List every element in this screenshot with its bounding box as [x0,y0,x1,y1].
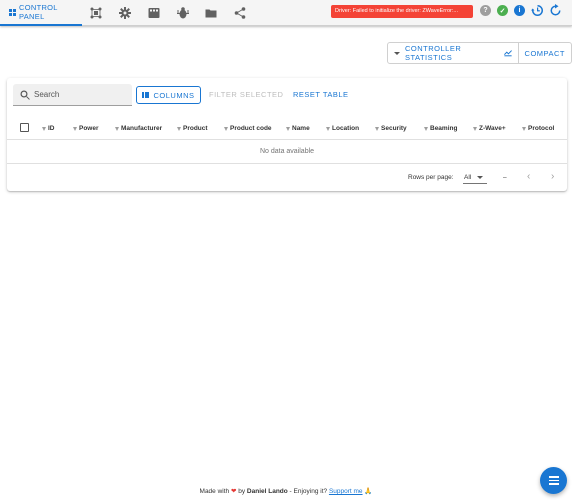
author-name: Daniel Lando [246,488,288,495]
column-header-label: Power [79,125,99,132]
by-text: by [238,488,246,495]
search-icon [20,90,30,100]
column-header-label: Product [183,125,208,132]
filter-selected-button[interactable]: FILTER SELECTED [209,90,283,99]
column-header-protocol[interactable]: Protocol [522,125,554,132]
nodes-table-card: COLUMNS FILTER SELECTED RESET TABLE ID P… [7,78,567,191]
tab-control-panel[interactable]: CONTROL PANEL [0,0,82,26]
filter-icon[interactable] [473,126,477,131]
compact-button[interactable]: COMPACT [517,43,571,63]
enjoying-text: - Enjoying it? [289,488,328,495]
mqtt-status-icon[interactable]: ✓ [497,5,508,16]
column-header-zwave-plus[interactable]: Z-Wave+ [473,125,506,132]
made-with-text: Made with [199,488,230,495]
column-header-id[interactable]: ID [42,125,55,132]
column-header-label: ID [48,125,55,132]
column-header-label: Beaming [430,125,458,132]
search-field[interactable] [13,84,132,106]
column-header-label: Manufacturer [121,125,163,132]
next-page-icon[interactable]: › [551,172,554,182]
filter-icon[interactable] [177,126,181,131]
rows-per-page-label: Rows per page: [408,174,454,181]
controller-statistics-button[interactable]: CONTROLLER STATISTICS [388,43,518,63]
support-link[interactable]: Support me [329,488,363,495]
column-header-location[interactable]: Location [326,125,359,132]
columns-button[interactable]: COLUMNS [136,86,201,104]
menu-fab-button[interactable] [540,467,567,494]
column-header-label: Z-Wave+ [479,125,506,132]
columns-label: COLUMNS [153,90,195,100]
column-header-label: Location [332,125,360,132]
select-all-checkbox[interactable] [20,123,29,132]
column-header-name[interactable]: Name [286,125,310,132]
filter-icon[interactable] [375,126,379,131]
filter-icon[interactable] [73,126,77,131]
prev-page-icon[interactable]: ‹ [527,172,530,182]
scenes-icon[interactable] [146,5,162,21]
compact-label: COMPACT [524,48,565,58]
refresh-icon[interactable] [549,4,562,17]
table-header: ID Power Manufacturer Product Product co… [7,118,567,140]
column-header-label: Name [292,125,310,132]
pray-icon: 🙏 [364,488,373,495]
filter-icon[interactable] [326,126,330,131]
table-pagination: Rows per page: All – ‹ › [7,166,567,190]
rows-per-page-select[interactable]: All [463,171,487,184]
share-icon[interactable] [232,5,248,21]
column-header-label: Security [381,125,407,132]
filter-icon[interactable] [522,126,526,131]
footer-credit: Made with ❤ by Daniel Lando - Enjoying i… [0,487,572,495]
column-header-label: Product code [230,125,272,132]
controller-statistics-label: CONTROLLER STATISTICS [405,44,462,62]
search-input[interactable] [34,90,124,99]
reset-table-button[interactable]: RESET TABLE [293,90,349,99]
network-graph-icon[interactable] [88,5,104,21]
rows-per-page-value: All [464,173,472,181]
store-icon[interactable] [203,5,219,21]
heart-icon: ❤ [230,488,237,495]
view-column-icon [142,92,150,98]
top-app-bar: CONTROL PANEL Driver: Failed to initiali… [0,0,572,26]
help-icon[interactable]: ? [480,5,491,16]
chevron-down-icon [394,51,400,55]
tab-control-panel-label: CONTROL PANEL [19,3,58,21]
column-header-power[interactable]: Power [73,125,99,132]
column-header-security[interactable]: Security [375,125,407,132]
stats-button-group: CONTROLLER STATISTICS COMPACT [387,42,572,64]
driver-error-badge[interactable]: Driver: Failed to initialize the driver:… [331,5,473,18]
column-header-product[interactable]: Product [177,125,208,132]
history-icon[interactable] [531,4,544,17]
column-header-label: Protocol [528,125,555,132]
menu-icon [548,476,559,478]
filter-icon[interactable] [115,126,119,131]
page-range-text: – [503,174,507,181]
chart-line-icon [503,50,512,57]
column-header-manufacturer[interactable]: Manufacturer [115,125,162,132]
column-header-beaming[interactable]: Beaming [424,125,457,132]
chevron-down-icon [477,175,484,179]
filter-icon[interactable] [286,126,290,131]
debug-icon[interactable] [175,5,191,21]
filter-icon[interactable] [224,126,228,131]
grid-icon [9,8,16,16]
info-icon[interactable]: i [514,5,525,16]
filter-icon[interactable] [424,126,428,131]
settings-icon[interactable] [117,5,133,21]
filter-icon[interactable] [42,126,46,131]
empty-table-message: No data available [7,140,567,164]
column-header-product-code[interactable]: Product code [224,125,272,132]
